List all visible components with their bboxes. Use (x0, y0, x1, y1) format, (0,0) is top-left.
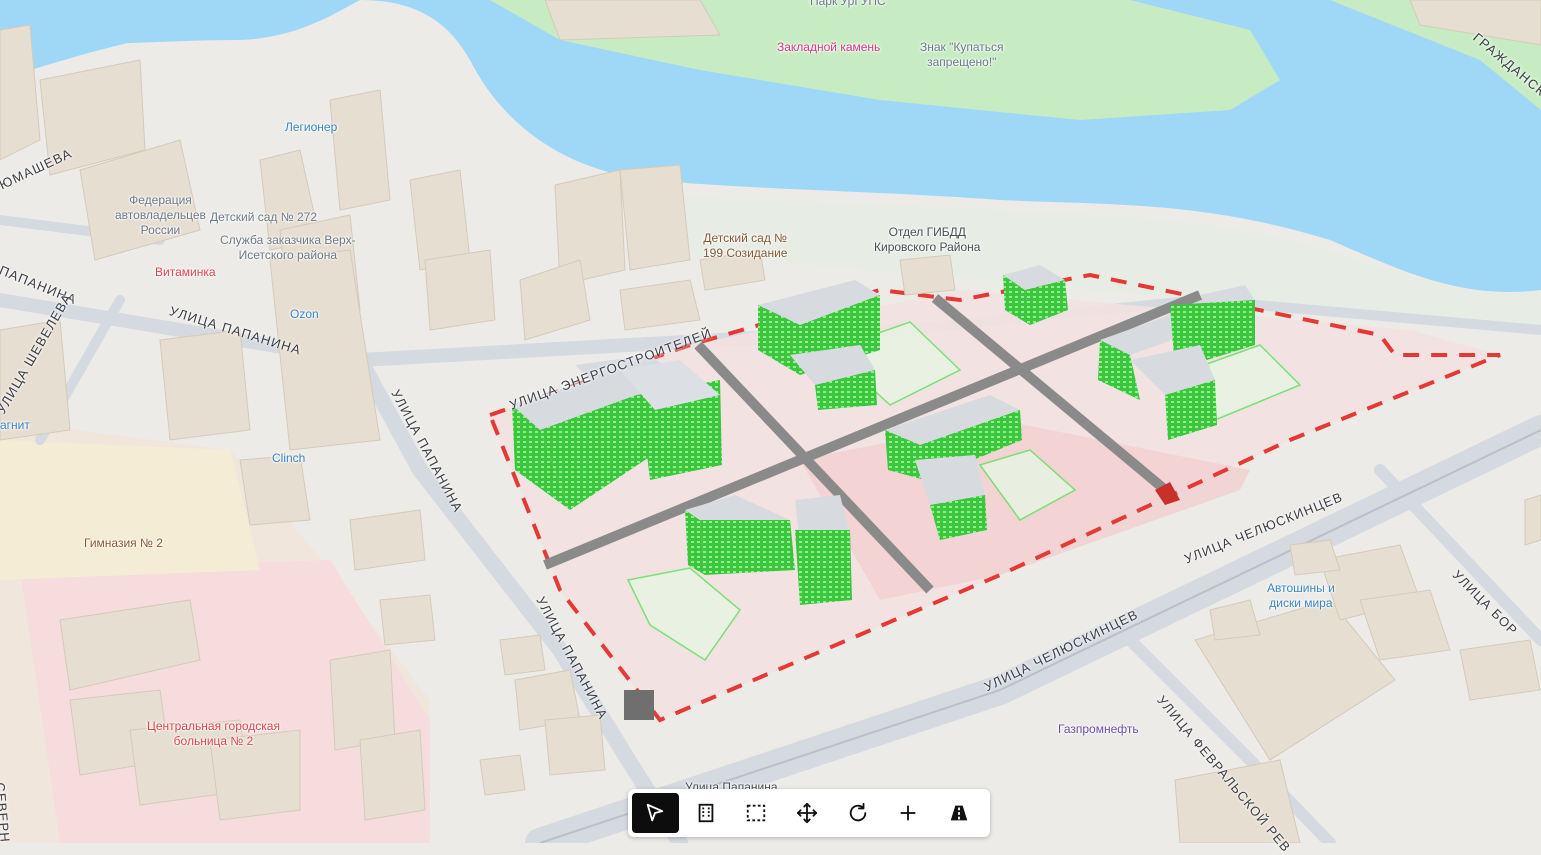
add-tool-button[interactable] (885, 793, 932, 833)
poi-label-legioner[interactable]: Легионер (285, 120, 337, 135)
poi-label-sluzhba[interactable]: Служба заказчика Верх- Исетского района (220, 233, 356, 263)
poi-label-znak[interactable]: Знак "Купаться запрещено!" (920, 40, 1004, 70)
map-canvas[interactable] (0, 0, 1541, 843)
site-marker-south (624, 690, 654, 720)
rotate-tool-button[interactable] (834, 793, 881, 833)
poi-label-ozon[interactable]: Ozon (290, 307, 319, 322)
poi-label-zaklad[interactable]: Закладной камень (777, 40, 880, 55)
area-select-tool-button[interactable] (733, 793, 780, 833)
river-west (0, 0, 360, 45)
poi-label-vitaminka[interactable]: Витаминка (155, 265, 216, 280)
poi-label-federacia[interactable]: Федерация автовладельцев России (115, 193, 206, 238)
poi-label-clinch[interactable]: Clinch (272, 451, 305, 466)
dashed-square-icon (747, 804, 766, 822)
rotate-icon (849, 802, 866, 822)
poi-label-gazprom[interactable]: Газпромнефть (1058, 722, 1139, 737)
school-zone (0, 440, 260, 580)
cursor-icon (647, 803, 664, 822)
poi-label-avtoshiny[interactable]: Автошины и диски мира (1267, 581, 1335, 611)
map-toolbar (628, 789, 990, 837)
road-tool-button[interactable] (935, 793, 982, 833)
poi-label-gibdd[interactable]: Отдел ГИБДД Кировского Района (874, 225, 980, 255)
poi-label-park[interactable]: Парк УрГУПС (810, 0, 886, 9)
building-icon (698, 803, 714, 823)
poi-label-magnit[interactable]: агнит (0, 418, 30, 433)
poi-label-detsad272[interactable]: Детский сад № 272 (210, 210, 317, 225)
move-arrows-icon (796, 802, 818, 824)
move-tool-button[interactable] (784, 793, 831, 833)
building-tool-button[interactable] (683, 793, 730, 833)
poi-label-bolnica[interactable]: Центральная городская больница № 2 (147, 719, 280, 749)
poi-label-detsad199[interactable]: Детский сад № 199 Созидание (703, 231, 787, 261)
poi-label-gimnazia[interactable]: Гимназия № 2 (84, 536, 163, 551)
road-icon (950, 805, 967, 821)
select-tool-button[interactable] (632, 793, 679, 833)
plus-icon (900, 805, 916, 821)
